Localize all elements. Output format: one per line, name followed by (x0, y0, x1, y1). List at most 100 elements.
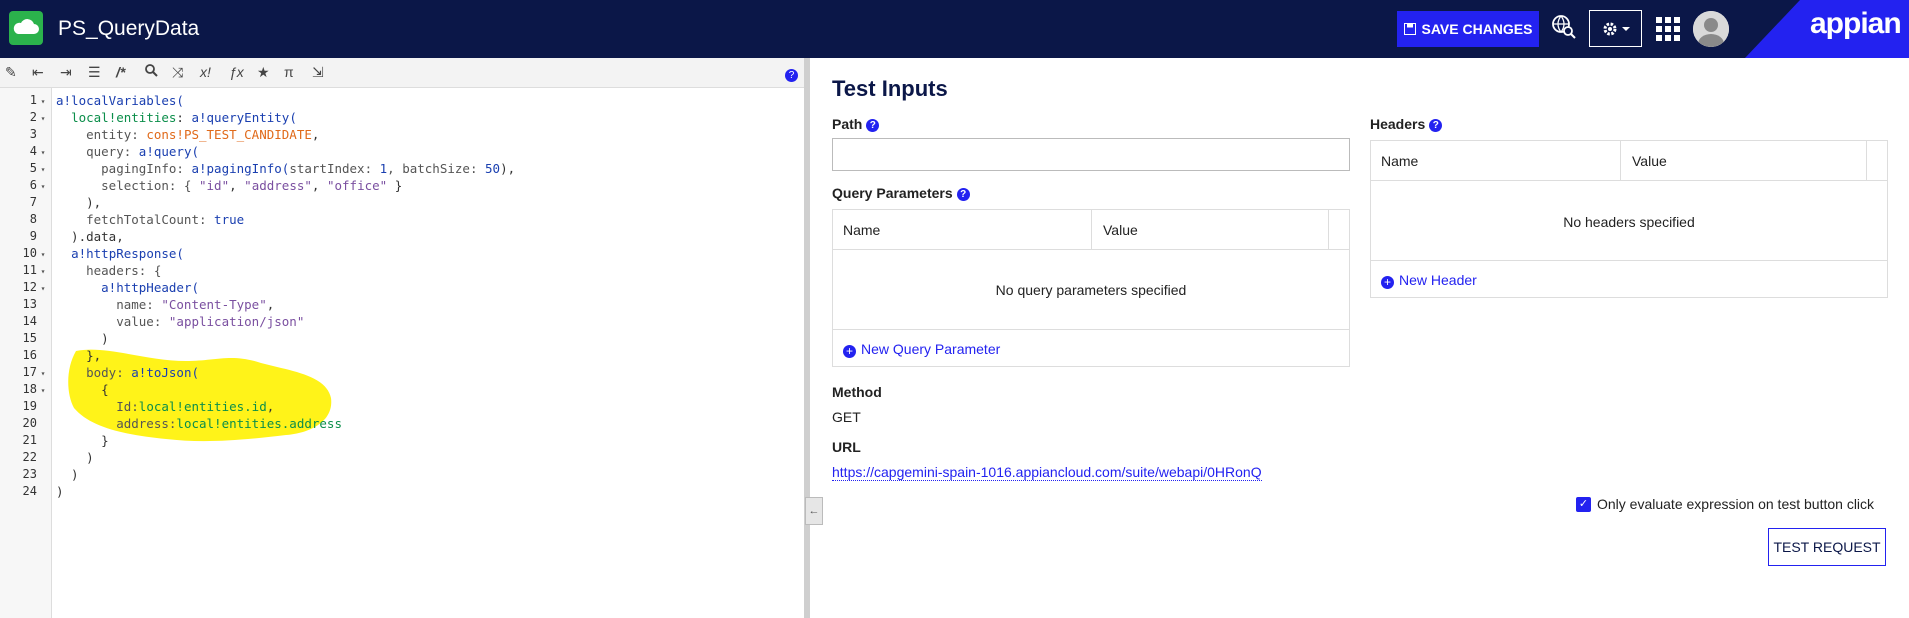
plus-circle-icon: + (1381, 276, 1394, 289)
fold-arrow-icon[interactable]: ▾ (37, 110, 49, 127)
test-request-button[interactable]: TEST REQUEST (1768, 528, 1886, 566)
fold-arrow-icon[interactable]: ▾ (37, 280, 49, 297)
line-number: 7 (29, 195, 37, 209)
function-icon[interactable]: ƒx (229, 64, 244, 80)
code-token: }, (56, 348, 102, 363)
code-token: ), (500, 161, 516, 176)
code-token: : (176, 110, 192, 125)
fold-arrow-icon[interactable]: ▾ (37, 365, 49, 382)
settings-dropdown-button[interactable] (1589, 10, 1642, 47)
code-token: "address" (244, 178, 312, 193)
evaluate-checkbox[interactable]: ✓ (1576, 497, 1591, 512)
code-line: pagingInfo: a!pagingInfo(startIndex: 1, … (56, 160, 796, 177)
comment-icon[interactable]: /* (116, 64, 125, 80)
code-line: ) (56, 483, 796, 500)
code-token: ) (56, 467, 79, 482)
path-input[interactable] (832, 138, 1350, 171)
line-number: 21 (22, 433, 37, 447)
query-params-help-icon[interactable]: ? (956, 188, 970, 201)
new-query-parameter-link[interactable]: + New Query Parameter (843, 341, 1000, 358)
code-token: "office" (326, 178, 388, 193)
fold-arrow-icon[interactable]: ▾ (37, 144, 49, 161)
h-col-name: Name (1381, 153, 1419, 169)
code-line: ), (56, 194, 796, 211)
code-line: { (56, 381, 796, 398)
magic-wand-icon[interactable]: ✎ (5, 64, 17, 81)
code-token: a!httpResponse( (71, 246, 184, 261)
code-token: fetchTotalCount: (56, 212, 215, 227)
code-token: , (266, 399, 275, 414)
code-token: , (266, 297, 275, 312)
path-help-icon[interactable]: ? (866, 119, 880, 132)
list-icon[interactable]: ☰ (88, 64, 101, 81)
code-token: local!entities.address (176, 416, 342, 431)
code-token: ) (56, 331, 109, 346)
fold-arrow-icon[interactable]: ▾ (37, 246, 49, 263)
code-token: "application/json" (168, 314, 305, 329)
variable-icon[interactable]: x! (200, 64, 211, 80)
headers-help-icon[interactable]: ? (1429, 119, 1443, 132)
line-number: 19 (22, 399, 37, 413)
h-col-value: Value (1632, 153, 1667, 169)
help-icon[interactable]: ? (785, 66, 798, 82)
code-token: headers: { (56, 263, 162, 278)
code-line: name: "Content-Type", (56, 296, 796, 313)
code-line: value: "application/json" (56, 313, 796, 330)
code-line: a!localVariables( (56, 92, 796, 109)
shuffle-icon[interactable]: ⤨ (172, 64, 183, 81)
query-parameters-grid: Name Value No query parameters specified… (832, 209, 1350, 367)
indent-icon[interactable]: ⇥ (60, 64, 72, 81)
code-token: a!queryEntity( (191, 110, 297, 125)
caret-down-icon (1621, 26, 1630, 31)
qp-col-name: Name (843, 222, 881, 238)
line-number: 11 ▾ (0, 262, 52, 279)
line-number: 8 (29, 212, 37, 226)
code-token: "id" (199, 178, 230, 193)
code-area[interactable]: a!localVariables( local!entities: a!quer… (56, 88, 796, 500)
code-token: entity: (56, 127, 147, 142)
col-divider (1091, 210, 1092, 250)
code-token: Id: (56, 399, 139, 414)
line-number: 4 ▾ (0, 143, 52, 160)
code-token: { (56, 382, 109, 397)
line-number: 24 (22, 484, 37, 498)
grid-divider (1371, 260, 1887, 261)
save-changes-button[interactable]: SAVE CHANGES (1397, 11, 1539, 47)
line-number: 16 (22, 348, 37, 362)
appian-logo: appian (1810, 7, 1902, 40)
code-line: ) (56, 449, 796, 466)
line-number: 12 ▾ (0, 279, 52, 296)
star-icon[interactable]: ★ (257, 64, 270, 81)
code-token: a!toJson( (131, 365, 199, 380)
export-icon[interactable]: ⇲ (312, 64, 324, 81)
code-line: address:local!entities.address (56, 415, 796, 432)
pi-icon[interactable]: π (284, 64, 294, 80)
line-number: 20 (22, 416, 37, 430)
cloud-app-icon (9, 11, 43, 45)
qp-empty-text: No query parameters specified (995, 282, 1187, 298)
new-header-link[interactable]: + New Header (1381, 272, 1477, 289)
url-link[interactable]: https://capgemini-spain-1016.appiancloud… (832, 464, 1262, 481)
search-icon[interactable] (145, 64, 158, 80)
outdent-icon[interactable]: ⇤ (32, 64, 44, 81)
method-value: GET (832, 409, 861, 425)
line-number: 17 ▾ (0, 364, 52, 381)
code-line: local!entities: a!queryEntity( (56, 109, 796, 126)
user-avatar[interactable] (1693, 11, 1729, 47)
save-changes-label: SAVE CHANGES (1421, 21, 1533, 37)
code-token: body: (56, 365, 132, 380)
globe-search-icon[interactable] (1551, 14, 1577, 45)
fold-arrow-icon[interactable]: ▾ (37, 161, 49, 178)
fold-arrow-icon[interactable]: ▾ (37, 178, 49, 195)
fold-arrow-icon[interactable]: ▾ (37, 93, 49, 110)
fold-arrow-icon[interactable]: ▾ (37, 263, 49, 280)
fold-arrow-icon[interactable]: ▾ (37, 382, 49, 399)
apps-grid-icon[interactable] (1656, 17, 1680, 46)
code-line: Id:local!entities.id, (56, 398, 796, 415)
col-divider (1328, 210, 1329, 250)
code-token: query: (56, 144, 139, 159)
query-parameters-label: Query Parameters? (832, 185, 970, 201)
line-number: 10 ▾ (0, 245, 52, 262)
code-line: a!httpHeader( (56, 279, 796, 296)
